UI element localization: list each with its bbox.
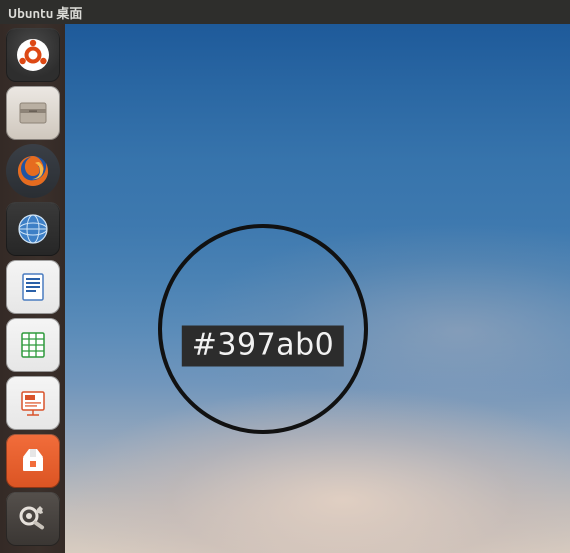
document-icon <box>15 269 51 305</box>
top-panel: Ubuntu 桌面 <box>0 0 570 24</box>
launcher <box>0 24 65 553</box>
settings-button[interactable] <box>6 492 60 546</box>
globe-icon <box>15 211 51 247</box>
impress-button[interactable] <box>6 376 60 430</box>
firefox-icon <box>15 153 51 189</box>
web-browser-button[interactable] <box>6 202 60 256</box>
settings-icon <box>15 501 51 537</box>
spreadsheet-icon <box>15 327 51 363</box>
color-picker-hex: #397ab0 <box>182 325 344 366</box>
file-manager-icon <box>15 95 51 131</box>
window-title: Ubuntu 桌面 <box>8 3 82 22</box>
color-picker-overlay: #397ab0 <box>158 224 368 434</box>
software-center-icon <box>15 443 51 479</box>
files-button[interactable] <box>6 86 60 140</box>
calc-button[interactable] <box>6 318 60 372</box>
dash-button[interactable] <box>6 28 60 82</box>
writer-button[interactable] <box>6 260 60 314</box>
presentation-icon <box>15 385 51 421</box>
desktop-wallpaper[interactable]: #397ab0 <box>65 24 570 553</box>
software-center-button[interactable] <box>6 434 60 488</box>
firefox-button[interactable] <box>6 144 60 198</box>
ubuntu-logo-icon <box>15 37 51 73</box>
